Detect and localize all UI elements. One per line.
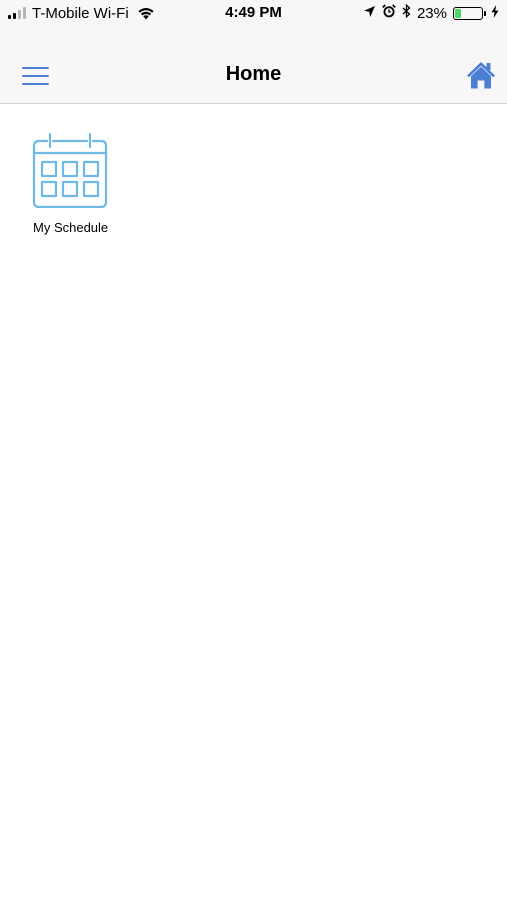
battery-icon <box>453 6 486 20</box>
tile-my-schedule[interactable]: My Schedule <box>26 132 122 235</box>
home-icon[interactable] <box>466 60 496 90</box>
tile-label: My Schedule <box>33 220 109 235</box>
location-icon <box>363 5 376 22</box>
bluetooth-icon <box>402 3 411 22</box>
alarm-icon <box>382 4 396 22</box>
page-title: Home <box>225 63 282 85</box>
battery-percent: 23% <box>416 4 447 22</box>
wifi-icon <box>137 7 155 20</box>
status-bar: T-Mobile Wi-Fi 4:49 PM 23% <box>0 0 507 26</box>
status-left: T-Mobile Wi-Fi <box>8 0 155 26</box>
battery-fill <box>455 8 461 18</box>
status-right: 23% <box>363 0 499 26</box>
home-content: My Schedule <box>0 104 507 900</box>
charging-icon <box>491 4 499 22</box>
calendar-icon <box>32 132 108 208</box>
signal-icon <box>8 7 26 19</box>
carrier-name: T-Mobile Wi-Fi <box>32 4 129 22</box>
navigation-bar: Home <box>0 26 507 104</box>
